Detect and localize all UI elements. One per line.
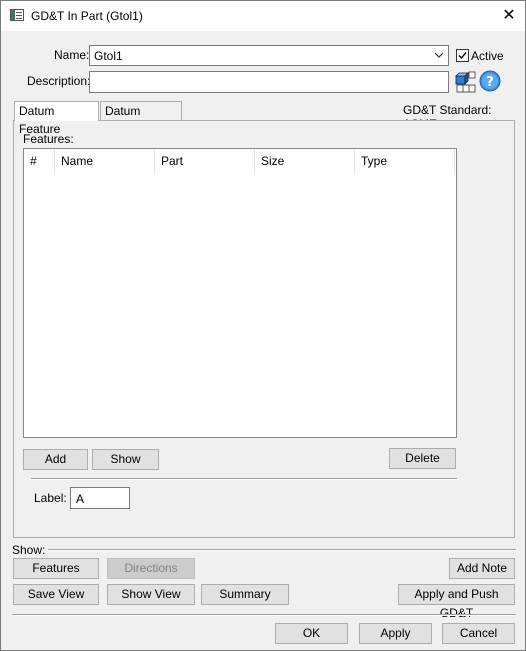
active-label: Active xyxy=(471,49,504,63)
chevron-down-icon[interactable] xyxy=(434,48,444,65)
label-input-value: A xyxy=(76,492,85,506)
column-header-type[interactable]: Type xyxy=(355,149,455,173)
window-title: GD&T In Part (Gtol1) xyxy=(31,9,143,23)
active-checkbox[interactable] xyxy=(456,49,469,62)
delete-feature-button[interactable]: Delete xyxy=(389,448,456,469)
name-value: Gtol1 xyxy=(94,49,123,63)
dialog-window: GD&T In Part (Gtol1) ✕ Name: Gtol1 Activ… xyxy=(0,0,526,651)
add-feature-button[interactable]: Add xyxy=(23,449,88,470)
divider-highlight xyxy=(31,479,457,480)
show-features-button[interactable]: Features xyxy=(13,558,99,579)
column-header-name[interactable]: Name xyxy=(55,149,155,173)
description-input[interactable] xyxy=(89,71,449,93)
tab-datum-feature[interactable]: Datum Feature xyxy=(14,101,99,136)
label-field-label: Label: xyxy=(34,491,67,505)
name-combobox[interactable]: Gtol1 xyxy=(89,45,449,66)
features-list[interactable]: # Name Part Size Type xyxy=(23,148,457,438)
tab-datum-feature-label: Datum Feature xyxy=(19,104,61,136)
show-feature-button[interactable]: Show xyxy=(92,449,159,470)
show-divider-highlight xyxy=(48,550,516,551)
column-header-part[interactable]: Part xyxy=(155,149,255,173)
description-label: Description: xyxy=(27,74,91,88)
show-section-label: Show: xyxy=(12,543,46,557)
show-view-button[interactable]: Show View xyxy=(107,584,195,605)
window-icon xyxy=(10,9,24,21)
save-view-button[interactable]: Save View xyxy=(13,584,99,605)
title-bar[interactable]: GD&T In Part (Gtol1) ✕ xyxy=(1,1,525,31)
column-header-number[interactable]: # xyxy=(24,149,55,173)
parts-icon[interactable] xyxy=(455,71,476,93)
column-header-size[interactable]: Size xyxy=(255,149,355,173)
svg-text:?: ? xyxy=(486,75,494,90)
directions-button[interactable]: Directions xyxy=(107,558,195,579)
tab-datum-targets[interactable]: Datum Targets xyxy=(100,101,182,136)
name-label: Name: xyxy=(54,48,90,62)
footer-divider-highlight xyxy=(12,615,516,616)
add-note-button[interactable]: Add Note xyxy=(449,558,515,579)
summary-button[interactable]: Summary xyxy=(201,584,289,605)
help-icon[interactable]: ? xyxy=(479,70,501,92)
apply-button[interactable]: Apply xyxy=(359,623,432,644)
close-button[interactable]: ✕ xyxy=(499,6,519,26)
ok-button[interactable]: OK xyxy=(275,623,348,644)
label-input[interactable]: A xyxy=(70,487,130,509)
cancel-button[interactable]: Cancel xyxy=(442,623,515,644)
apply-push-gdt-button[interactable]: Apply and Push GD&T xyxy=(398,584,515,620)
